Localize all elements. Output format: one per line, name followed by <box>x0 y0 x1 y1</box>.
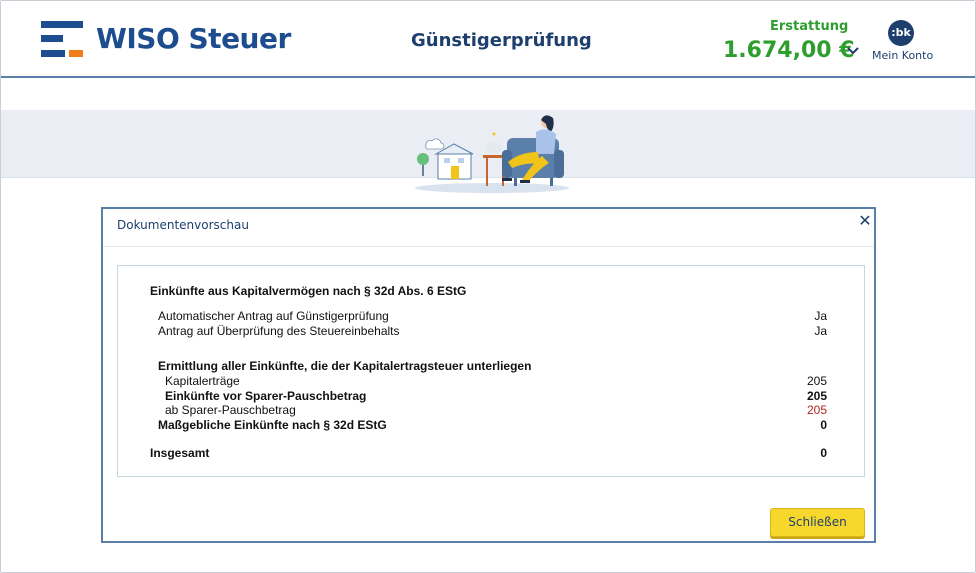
section-heading: Ermittlung aller Einkünfte, die der Kapi… <box>158 359 532 373</box>
chevron-down-icon[interactable] <box>846 44 860 58</box>
close-icon[interactable]: ✕ <box>857 212 873 230</box>
wiso-logo-icon <box>41 21 85 61</box>
wiso-logo[interactable]: WISO Steuer <box>41 21 291 61</box>
row-label: ab Sparer-Pauschbetrag <box>165 403 296 417</box>
avatar[interactable]: :bk <box>888 20 914 46</box>
row-label: Antrag auf Überprüfung des Steuereinbeha… <box>158 324 400 338</box>
row-label: Maßgebliche Einkünfte nach § 32d EStG <box>158 418 387 432</box>
refund-amount[interactable]: 1.674,00 € <box>723 38 855 63</box>
dialog-title: Dokumentenvorschau <box>117 218 249 232</box>
row-value: 205 <box>806 403 827 417</box>
document-preview-dialog: Dokumentenvorschau ✕ Einkünfte aus Kapit… <box>101 207 876 543</box>
row-value: 0 <box>820 418 827 432</box>
dialog-divider <box>103 246 874 247</box>
row-label: Automatischer Antrag auf Günstigerprüfun… <box>158 309 389 323</box>
row-value: Ja <box>814 324 827 338</box>
total-label: Insgesamt <box>150 446 210 460</box>
close-button[interactable]: Schließen <box>770 508 865 537</box>
row-label: Einkünfte vor Sparer-Pauschbetrag <box>165 389 367 403</box>
refund-label: Erstattung <box>770 19 849 34</box>
document-preview: Einkünfte aus Kapitalvermögen nach § 32d… <box>117 265 865 477</box>
app-header: WISO Steuer Günstigerprüfung Erstattung … <box>1 1 975 78</box>
total-value: 0 <box>820 446 827 460</box>
document-heading: Einkünfte aus Kapitalvermögen nach § 32d… <box>150 284 467 298</box>
logo-text: WISO Steuer <box>96 22 291 55</box>
row-label: Kapitalerträge <box>165 374 240 388</box>
row-value: 205 <box>806 389 827 403</box>
account-link[interactable]: Mein Konto <box>872 49 933 62</box>
row-value: 205 <box>806 374 827 388</box>
page-title: Günstigerprüfung <box>411 30 592 51</box>
relaxing-person-illustration <box>415 115 569 193</box>
row-value: Ja <box>814 309 827 323</box>
